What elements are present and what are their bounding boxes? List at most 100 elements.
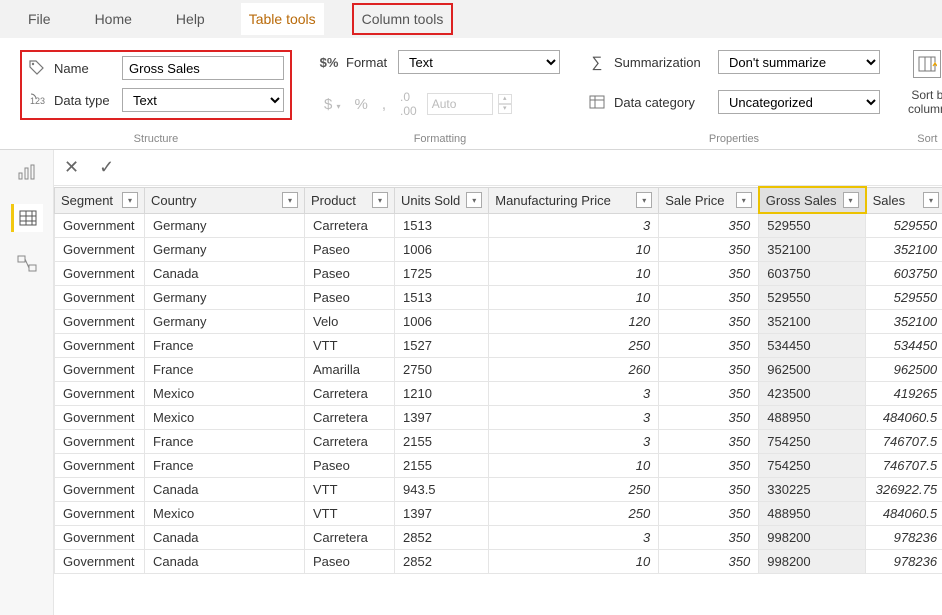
table-cell[interactable]: 2750 bbox=[395, 358, 489, 382]
column-header[interactable]: Product▾ bbox=[305, 187, 395, 213]
table-cell[interactable]: 10 bbox=[489, 550, 659, 574]
table-cell[interactable]: 754250 bbox=[759, 430, 866, 454]
table-cell[interactable]: Amarilla bbox=[305, 358, 395, 382]
table-cell[interactable]: 350 bbox=[659, 262, 759, 286]
filter-button[interactable]: ▾ bbox=[843, 192, 859, 208]
table-cell[interactable]: 352100 bbox=[866, 238, 942, 262]
filter-button[interactable]: ▾ bbox=[122, 192, 138, 208]
filter-button[interactable]: ▾ bbox=[923, 192, 939, 208]
sidebar-data-view[interactable] bbox=[11, 204, 43, 232]
table-cell[interactable]: 488950 bbox=[759, 502, 866, 526]
table-cell[interactable]: 943.5 bbox=[395, 478, 489, 502]
table-cell[interactable]: Government bbox=[55, 502, 145, 526]
table-cell[interactable]: 10 bbox=[489, 286, 659, 310]
table-cell[interactable]: 350 bbox=[659, 406, 759, 430]
table-cell[interactable]: Velo bbox=[305, 310, 395, 334]
table-cell[interactable]: 350 bbox=[659, 502, 759, 526]
column-header[interactable]: Units Sold▾ bbox=[395, 187, 489, 213]
table-cell[interactable]: 350 bbox=[659, 478, 759, 502]
filter-button[interactable]: ▾ bbox=[466, 192, 482, 208]
table-row[interactable]: GovernmentCanadaVTT943.52503503302253269… bbox=[55, 478, 942, 502]
table-cell[interactable]: Government bbox=[55, 262, 145, 286]
table-cell[interactable]: Government bbox=[55, 454, 145, 478]
table-cell[interactable]: Government bbox=[55, 358, 145, 382]
table-cell[interactable]: Government bbox=[55, 526, 145, 550]
table-cell[interactable]: 1210 bbox=[395, 382, 489, 406]
table-cell[interactable]: 3 bbox=[489, 526, 659, 550]
column-header[interactable]: Gross Sales▾ bbox=[759, 187, 866, 213]
decimal-up-button[interactable]: ▴ bbox=[498, 94, 512, 104]
table-cell[interactable]: 250 bbox=[489, 334, 659, 358]
table-cell[interactable]: Government bbox=[55, 550, 145, 574]
table-cell[interactable]: Government bbox=[55, 213, 145, 238]
table-cell[interactable]: 754250 bbox=[759, 454, 866, 478]
table-cell[interactable]: Government bbox=[55, 406, 145, 430]
table-cell[interactable]: France bbox=[145, 454, 305, 478]
filter-button[interactable]: ▾ bbox=[282, 192, 298, 208]
table-cell[interactable]: Carretera bbox=[305, 430, 395, 454]
name-input[interactable] bbox=[122, 56, 284, 80]
column-header[interactable]: Segment▾ bbox=[55, 187, 145, 213]
column-header[interactable]: Country▾ bbox=[145, 187, 305, 213]
table-cell[interactable]: Canada bbox=[145, 526, 305, 550]
table-cell[interactable]: 978236 bbox=[866, 550, 942, 574]
sidebar-model-view[interactable] bbox=[11, 250, 43, 278]
table-cell[interactable]: 350 bbox=[659, 238, 759, 262]
table-cell[interactable]: Canada bbox=[145, 550, 305, 574]
table-cell[interactable]: 120 bbox=[489, 310, 659, 334]
table-cell[interactable]: 1527 bbox=[395, 334, 489, 358]
table-cell[interactable]: Carretera bbox=[305, 382, 395, 406]
table-cell[interactable]: Government bbox=[55, 430, 145, 454]
table-cell[interactable]: 1513 bbox=[395, 286, 489, 310]
column-header[interactable]: Sales▾ bbox=[866, 187, 942, 213]
table-cell[interactable]: 352100 bbox=[866, 310, 942, 334]
decimal-button[interactable]: .0.00 bbox=[396, 88, 421, 120]
table-cell[interactable]: Government bbox=[55, 334, 145, 358]
table-row[interactable]: GovernmentFrancePaseo2155103507542507467… bbox=[55, 454, 942, 478]
filter-button[interactable]: ▾ bbox=[736, 192, 752, 208]
table-cell[interactable]: 350 bbox=[659, 286, 759, 310]
tab-help[interactable]: Help bbox=[168, 3, 213, 35]
table-cell[interactable]: 419265 bbox=[866, 382, 942, 406]
table-row[interactable]: GovernmentFranceCarretera215533507542507… bbox=[55, 430, 942, 454]
table-cell[interactable]: Government bbox=[55, 286, 145, 310]
table-cell[interactable]: 350 bbox=[659, 526, 759, 550]
table-cell[interactable]: 260 bbox=[489, 358, 659, 382]
table-row[interactable]: GovernmentCanadaPaseo1725103506037506037… bbox=[55, 262, 942, 286]
table-row[interactable]: GovernmentCanadaCarretera285233509982009… bbox=[55, 526, 942, 550]
table-cell[interactable]: VTT bbox=[305, 502, 395, 526]
table-cell[interactable]: 423500 bbox=[759, 382, 866, 406]
table-cell[interactable]: 1397 bbox=[395, 406, 489, 430]
table-cell[interactable]: 350 bbox=[659, 550, 759, 574]
table-cell[interactable]: Carretera bbox=[305, 213, 395, 238]
table-cell[interactable]: Government bbox=[55, 238, 145, 262]
table-cell[interactable]: 3 bbox=[489, 382, 659, 406]
table-cell[interactable]: 350 bbox=[659, 454, 759, 478]
table-cell[interactable]: 1397 bbox=[395, 502, 489, 526]
table-cell[interactable]: 746707.5 bbox=[866, 430, 942, 454]
table-cell[interactable]: 1006 bbox=[395, 238, 489, 262]
table-cell[interactable]: 2155 bbox=[395, 454, 489, 478]
table-cell[interactable]: 350 bbox=[659, 382, 759, 406]
summarization-select[interactable]: Don't summarize bbox=[718, 50, 880, 74]
tab-home[interactable]: Home bbox=[87, 3, 140, 35]
table-cell[interactable]: 3 bbox=[489, 213, 659, 238]
table-cell[interactable]: 603750 bbox=[759, 262, 866, 286]
format-select[interactable]: Text bbox=[398, 50, 560, 74]
commit-formula-button[interactable]: ✓ bbox=[89, 157, 124, 178]
table-row[interactable]: GovernmentGermanyPaseo100610350352100352… bbox=[55, 238, 942, 262]
table-cell[interactable]: Mexico bbox=[145, 502, 305, 526]
percent-button[interactable]: % bbox=[351, 94, 372, 115]
table-cell[interactable]: France bbox=[145, 358, 305, 382]
table-cell[interactable]: 484060.5 bbox=[866, 502, 942, 526]
table-row[interactable]: GovernmentFranceAmarilla2750260350962500… bbox=[55, 358, 942, 382]
table-cell[interactable]: 1725 bbox=[395, 262, 489, 286]
table-cell[interactable]: 1513 bbox=[395, 213, 489, 238]
tab-column-tools[interactable]: Column tools bbox=[352, 3, 454, 35]
table-cell[interactable]: 250 bbox=[489, 478, 659, 502]
table-cell[interactable]: 603750 bbox=[866, 262, 942, 286]
table-cell[interactable]: 746707.5 bbox=[866, 454, 942, 478]
cancel-formula-button[interactable]: ✕ bbox=[54, 157, 89, 178]
table-cell[interactable]: Carretera bbox=[305, 526, 395, 550]
table-cell[interactable]: Carretera bbox=[305, 406, 395, 430]
